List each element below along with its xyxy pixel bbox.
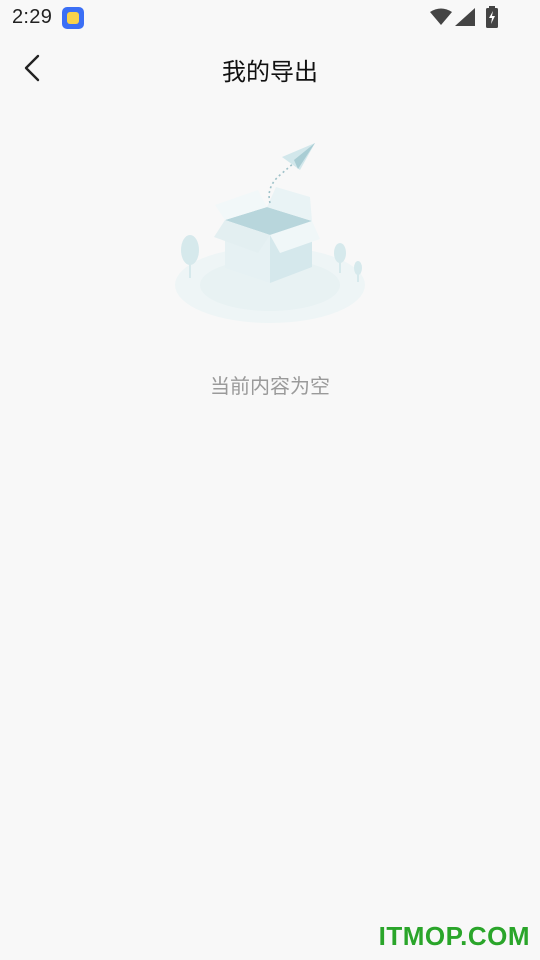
battery-charging-icon <box>486 6 498 28</box>
page-title: 我的导出 <box>222 58 318 86</box>
wifi-icon <box>430 8 452 25</box>
signal-icon <box>455 8 475 26</box>
empty-state-message: 当前内容为空 <box>210 374 330 398</box>
app-header: 我的导出 <box>0 36 540 102</box>
screen: 2:29 我的导出 当前内容为空 ITMOP.COM <box>0 0 540 960</box>
status-time: 2:29 <box>12 6 53 28</box>
empty-box-paper-plane-icon <box>175 143 365 323</box>
app-notification-icon <box>62 7 84 29</box>
status-bar: 2:29 <box>0 0 540 36</box>
watermark: ITMOP.COM <box>378 921 530 951</box>
